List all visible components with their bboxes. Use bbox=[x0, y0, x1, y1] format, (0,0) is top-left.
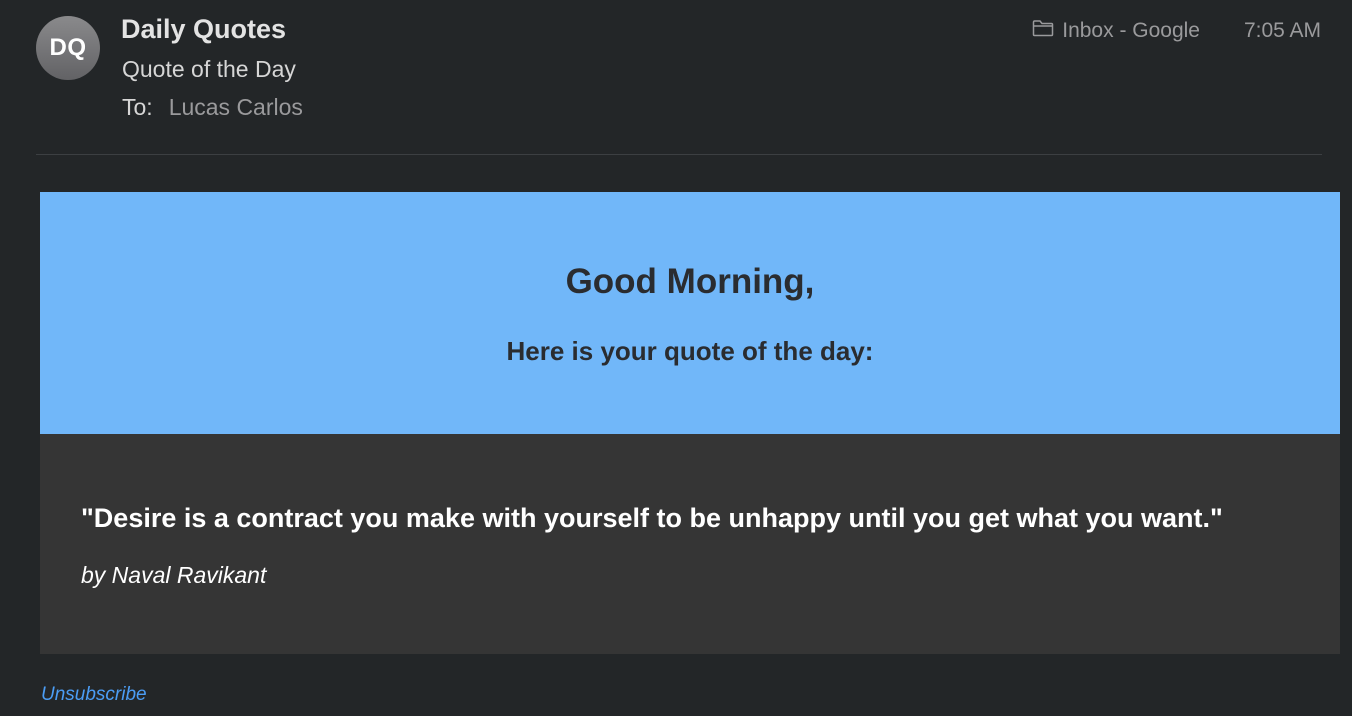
greeting-banner: Good Morning, Here is your quote of the … bbox=[40, 192, 1340, 434]
avatar: DQ bbox=[36, 16, 100, 80]
mailbox-label[interactable]: Inbox - Google bbox=[1032, 19, 1200, 43]
unsubscribe-link[interactable]: Unsubscribe bbox=[41, 684, 147, 706]
intro-text: Here is your quote of the day: bbox=[506, 336, 874, 366]
folder-icon bbox=[1032, 19, 1054, 43]
email-subject: Quote of the Day bbox=[122, 56, 296, 82]
quote-panel: "Desire is a contract you make with your… bbox=[40, 434, 1340, 654]
received-time: 7:05 AM bbox=[1243, 19, 1321, 42]
to-label: To: bbox=[122, 94, 153, 120]
email-view: DQ Daily Quotes Quote of the Day To: Luc… bbox=[0, 0, 1352, 716]
mailbox-name: Inbox - Google bbox=[1062, 19, 1200, 42]
sender-name: Daily Quotes bbox=[121, 14, 287, 44]
recipient-row: To: Lucas Carlos bbox=[122, 94, 303, 121]
quote-text: "Desire is a contract you make with your… bbox=[81, 503, 1223, 533]
header-divider bbox=[36, 154, 1322, 155]
recipient-name[interactable]: Lucas Carlos bbox=[169, 94, 303, 121]
greeting-heading: Good Morning, bbox=[565, 262, 815, 301]
quote-author: by Naval Ravikant bbox=[81, 562, 267, 588]
